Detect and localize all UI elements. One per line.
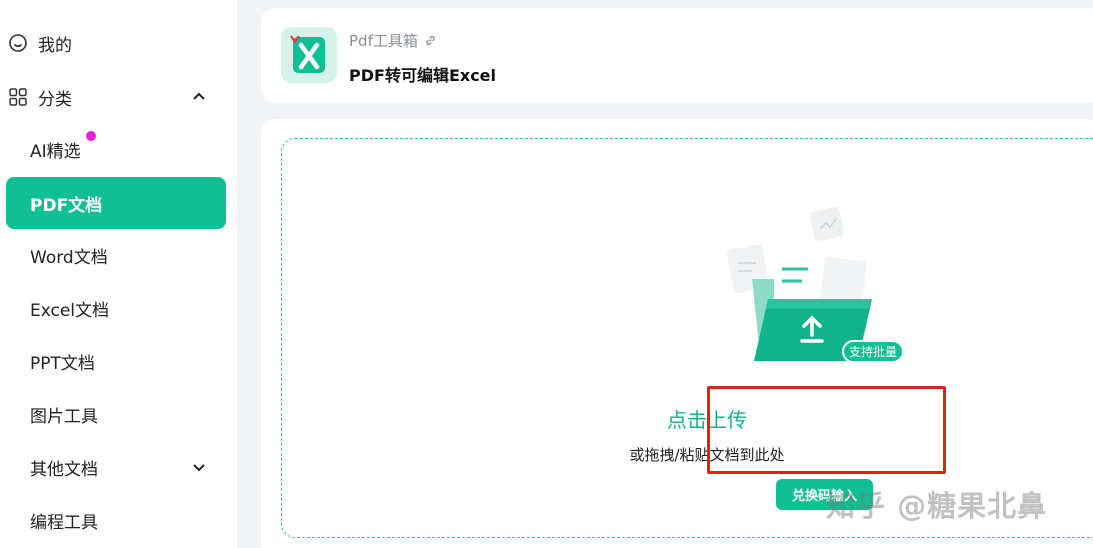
sidebar-item-excel[interactable]: Excel文档 [6, 282, 226, 334]
notification-dot [86, 131, 96, 141]
smiley-icon [9, 34, 27, 52]
nav-category[interactable]: 分类 [0, 77, 237, 117]
sidebar-item-label: Word文档 [30, 247, 108, 268]
nav-category-label: 分类 [38, 89, 72, 110]
sidebar-item-label: 编程工具 [30, 512, 98, 533]
upload-dropzone[interactable]: 支持批量 点击上传 或拖拽/粘贴文档到此处 兑换码输入 [281, 138, 1093, 538]
nav-mine-label: 我的 [38, 35, 72, 56]
sidebar-item-pdf[interactable]: PDF文档 [6, 177, 226, 229]
chevron-down-icon[interactable] [190, 458, 208, 476]
sidebar-item-label: Excel文档 [30, 300, 110, 321]
page-title: PDF转可编辑Excel [349, 66, 497, 85]
sidebar-item-other-docs[interactable]: 其他文档 [6, 441, 226, 493]
nav-mine[interactable]: 我的 [0, 23, 237, 63]
red-highlight-box [707, 386, 946, 474]
upload-hint: 或拖拽/粘贴文档到此处 [629, 446, 785, 464]
sidebar-item-image-tools[interactable]: 图片工具 [6, 388, 226, 440]
sidebar-item-label: PPT文档 [30, 353, 95, 374]
link-icon [426, 35, 435, 46]
watermark: 知乎 @糖果北鼻 [826, 489, 1048, 523]
click-upload-link[interactable]: 点击上传 [282, 404, 1093, 433]
sidebar: 我的 分类 AI精选 PDF文档 Word文档 Excel文档 PPT文档 图片… [0, 0, 237, 548]
breadcrumb-label: Pdf工具箱 [349, 32, 418, 50]
sidebar-item-ai-picks[interactable]: AI精选 [6, 123, 226, 175]
sidebar-item-label: 图片工具 [30, 406, 98, 427]
sidebar-item-programming-tools[interactable]: 编程工具 [6, 494, 226, 546]
sidebar-item-label: 其他文档 [30, 459, 98, 480]
sidebar-item-label: PDF文档 [30, 195, 103, 216]
sidebar-item-label: AI精选 [30, 141, 81, 162]
chevron-up-icon[interactable] [190, 88, 208, 106]
sidebar-item-word[interactable]: Word文档 [6, 229, 226, 281]
pdf-to-excel-app-icon [281, 27, 337, 83]
tool-header: Pdf工具箱 PDF转可编辑Excel [261, 8, 1093, 103]
grid-icon [9, 88, 27, 106]
batch-support-badge: 支持批量 [842, 340, 904, 363]
sidebar-item-ppt[interactable]: PPT文档 [6, 335, 226, 387]
breadcrumb[interactable]: Pdf工具箱 [349, 30, 437, 51]
